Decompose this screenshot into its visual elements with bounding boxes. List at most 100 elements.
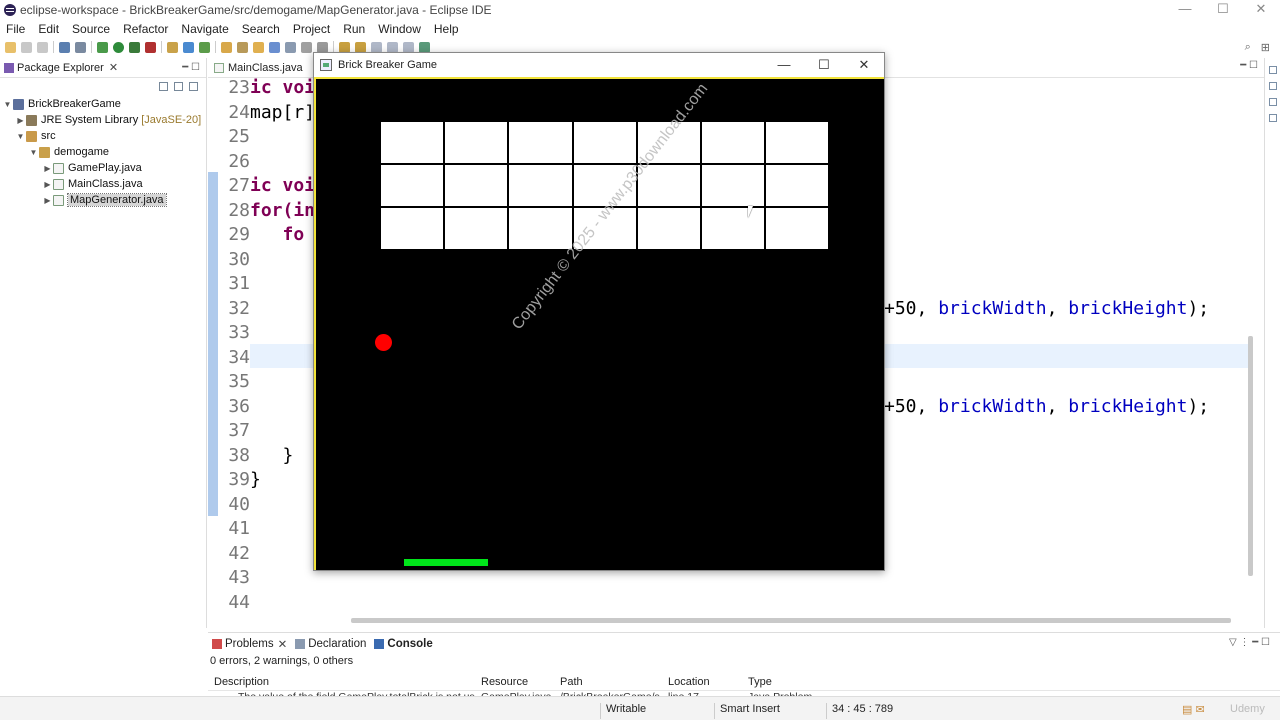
tree-item-file[interactable]: ▶ GamePlay.java — [0, 160, 206, 176]
problems-summary: 0 errors, 2 warnings, 0 others — [210, 655, 354, 667]
close-icon[interactable]: ✕ — [278, 637, 288, 651]
prev-annotation-icon[interactable] — [355, 41, 366, 53]
chevron-down-icon[interactable]: ▼ — [15, 132, 26, 141]
chevron-down-icon[interactable]: ▼ — [28, 148, 39, 157]
pin-editor-icon[interactable] — [419, 41, 430, 53]
jre-label: JRE System Library — [41, 114, 139, 126]
game-canvas[interactable]: Copyright © 2025 - www.p30download.com — [314, 79, 884, 570]
back-icon[interactable] — [387, 41, 398, 53]
package-explorer-icon — [4, 62, 14, 73]
chevron-right-icon[interactable]: ▶ — [42, 164, 53, 173]
tree-item-file[interactable]: ▶ MainClass.java — [0, 176, 206, 192]
next-annotation-icon[interactable] — [339, 41, 350, 53]
menu-help[interactable]: Help — [434, 22, 459, 36]
save-all-icon[interactable] — [37, 41, 48, 53]
last-edit-icon[interactable] — [371, 41, 382, 53]
task-list-icon[interactable] — [1268, 82, 1277, 90]
link-with-editor-icon[interactable] — [174, 81, 183, 91]
run-icon[interactable] — [113, 41, 124, 53]
search-icon[interactable]: ⌕ — [1245, 41, 1251, 54]
tree-item-package[interactable]: ▼ demogame — [0, 144, 206, 160]
coverage-icon[interactable] — [129, 41, 140, 53]
chevron-right-icon[interactable]: ▶ — [42, 196, 53, 205]
tree-item-jre[interactable]: ▶ JRE System Library [JavaSE-20] — [0, 112, 206, 128]
game-window-title: Brick Breaker Game — [338, 59, 438, 71]
maximize-button[interactable]: ☐ — [804, 53, 844, 77]
java-file-icon — [53, 194, 64, 206]
terminal-icon[interactable] — [59, 41, 70, 53]
right-trim-bar — [1264, 58, 1280, 628]
new-java-project-icon[interactable] — [167, 41, 178, 53]
maximize-button[interactable]: ☐ — [1204, 0, 1242, 19]
new-package-icon[interactable] — [183, 41, 194, 53]
tree-item-project[interactable]: ▼ BrickBreakerGame — [0, 96, 206, 112]
column-header[interactable]: Resource — [481, 676, 528, 688]
view-controls[interactable]: ━ ☐ — [182, 62, 200, 73]
minimized-view-icon[interactable] — [1268, 114, 1277, 122]
tab-problems[interactable]: Problems ✕ — [212, 637, 287, 651]
save-icon[interactable] — [21, 41, 32, 53]
hierarchy-icon[interactable] — [1268, 98, 1277, 106]
chevron-right-icon[interactable]: ▶ — [42, 180, 53, 189]
debug-icon[interactable] — [97, 41, 108, 53]
menu-refactor[interactable]: Refactor — [123, 22, 168, 36]
menu-run[interactable]: Run — [343, 22, 365, 36]
column-header[interactable]: Description — [214, 676, 269, 688]
filters-icon[interactable] — [189, 81, 198, 91]
toggle-mark-icon[interactable] — [269, 41, 280, 53]
skip-breakpoints-icon[interactable] — [75, 41, 86, 53]
tree-item-file-selected[interactable]: ▶ MapGenerator.java — [0, 192, 206, 208]
annotation-icon[interactable] — [285, 41, 296, 53]
menu-source[interactable]: Source — [72, 22, 110, 36]
collapse-all-icon[interactable] — [159, 81, 168, 91]
column-header[interactable]: Type — [748, 676, 772, 688]
close-icon[interactable]: ✕ — [109, 61, 118, 74]
block-selection-icon[interactable] — [301, 41, 312, 53]
tab-package-explorer[interactable]: Package Explorer ✕ — [4, 61, 118, 74]
brick — [445, 122, 508, 163]
chevron-right-icon[interactable]: ▶ — [15, 116, 26, 125]
tree-item-src[interactable]: ▼ src — [0, 128, 206, 144]
tab-console[interactable]: Console — [374, 638, 433, 650]
whitespace-icon[interactable] — [317, 41, 328, 53]
horizontal-scrollbar[interactable] — [351, 618, 1231, 623]
minimize-button[interactable]: — — [1166, 0, 1204, 19]
column-header[interactable]: Location — [668, 676, 710, 688]
minimize-button[interactable]: — — [764, 53, 804, 77]
java-file-icon — [53, 162, 64, 174]
menu-window[interactable]: Window — [378, 22, 421, 36]
status-cursor-position: 34 : 45 : 789 — [832, 703, 894, 715]
vertical-scrollbar[interactable] — [1248, 336, 1253, 576]
toolbar-separator — [161, 41, 162, 53]
forward-icon[interactable] — [403, 41, 414, 53]
open-type-icon[interactable] — [221, 41, 232, 53]
close-button[interactable]: ✕ — [1242, 0, 1280, 19]
brick — [509, 122, 572, 163]
line-number: 40 — [228, 493, 250, 515]
notification-icon[interactable]: ▤ ✉ — [1182, 703, 1205, 716]
line-number: 27 — [228, 175, 250, 196]
open-perspective-icon[interactable]: ⊞ — [1261, 41, 1270, 54]
new-class-icon[interactable] — [199, 41, 210, 53]
menu-navigate[interactable]: Navigate — [181, 22, 228, 36]
game-window-titlebar: Brick Breaker Game — ☐ ✕ — [314, 53, 884, 79]
brick — [381, 165, 444, 206]
menu-edit[interactable]: Edit — [38, 22, 59, 36]
column-header[interactable]: Path — [560, 676, 583, 688]
panel-view-controls[interactable]: ▽ ⋮ ━ ☐ — [1229, 637, 1270, 648]
menu-search[interactable]: Search — [242, 22, 280, 36]
menu-file[interactable]: File — [6, 22, 25, 36]
external-tools-icon[interactable] — [145, 41, 156, 53]
close-button[interactable]: ✕ — [844, 53, 884, 77]
search-tool-icon[interactable] — [253, 41, 264, 53]
console-icon — [374, 639, 385, 649]
new-icon[interactable] — [5, 41, 16, 53]
menu-project[interactable]: Project — [293, 22, 330, 36]
editor-view-controls[interactable]: ━ ☐ — [1240, 60, 1258, 71]
open-task-icon[interactable] — [237, 41, 248, 53]
editor-tab-mainclass[interactable]: MainClass.java — [214, 62, 303, 74]
outline-icon[interactable] — [1268, 66, 1277, 74]
tab-declaration[interactable]: Declaration — [295, 638, 366, 650]
java-file-icon — [214, 62, 224, 73]
chevron-down-icon[interactable]: ▼ — [2, 100, 13, 109]
